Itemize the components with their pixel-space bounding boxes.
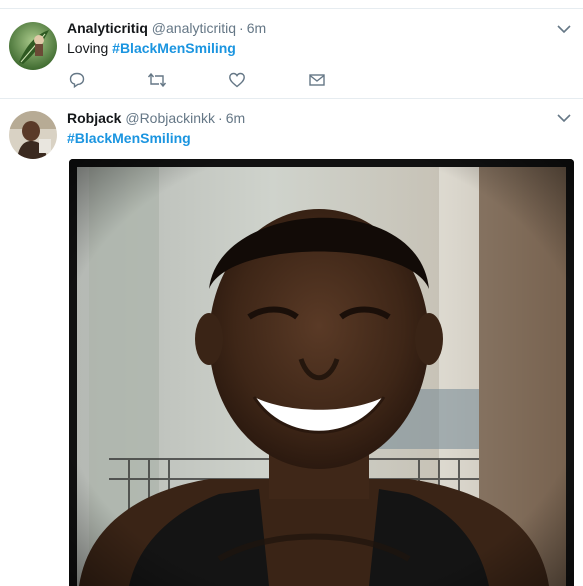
separator-dot: · (239, 20, 244, 36)
more-options-button[interactable] (555, 111, 573, 125)
selfie-photo (69, 159, 574, 586)
person-avatar-icon (9, 111, 57, 159)
tweet-text: #BlackMenSmiling (67, 128, 191, 148)
envelope-icon (309, 74, 325, 86)
separator-dot: · (218, 110, 223, 126)
display-name[interactable]: Robjack (67, 110, 121, 126)
tweet-photo[interactable] (69, 159, 574, 586)
reply-icon (69, 72, 85, 89)
user-handle[interactable]: @Robjackinkk (125, 110, 215, 126)
tweet-header: Robjack @Robjackinkk · 6m (67, 109, 245, 127)
tweet-analyticritiq[interactable]: Analyticritiq @analyticritiq · 6m Loving #… (0, 10, 583, 99)
chevron-down-icon (557, 24, 571, 33)
like-button[interactable] (227, 70, 247, 90)
avatar[interactable] (9, 111, 57, 159)
hashtag-link[interactable]: #BlackMenSmiling (67, 130, 191, 146)
retweet-icon (147, 72, 167, 88)
reply-button[interactable] (67, 70, 87, 90)
timestamp[interactable]: 6m (226, 110, 245, 126)
display-name[interactable]: Analyticritiq (67, 20, 148, 36)
leaf-avatar-icon (9, 22, 57, 70)
tweet-actions (67, 70, 367, 90)
avatar[interactable] (9, 22, 57, 70)
hashtag-link[interactable]: #BlackMenSmiling (112, 40, 236, 56)
more-options-button[interactable] (555, 22, 573, 36)
tweet-text-prefix: Loving (67, 40, 113, 56)
tweet-text: Loving #BlackMenSmiling (67, 38, 236, 58)
chevron-down-icon (557, 113, 571, 122)
user-handle[interactable]: @analyticritiq (152, 20, 236, 36)
top-divider (0, 0, 583, 9)
heart-icon (229, 72, 245, 88)
retweet-button[interactable] (147, 70, 167, 90)
timestamp[interactable]: 6m (247, 20, 266, 36)
tweet-header: Analyticritiq @analyticritiq · 6m (67, 19, 266, 37)
tweet-robjack[interactable]: Robjack @Robjackinkk · 6m #BlackMenSmiling (0, 99, 583, 586)
direct-message-button[interactable] (307, 70, 327, 90)
